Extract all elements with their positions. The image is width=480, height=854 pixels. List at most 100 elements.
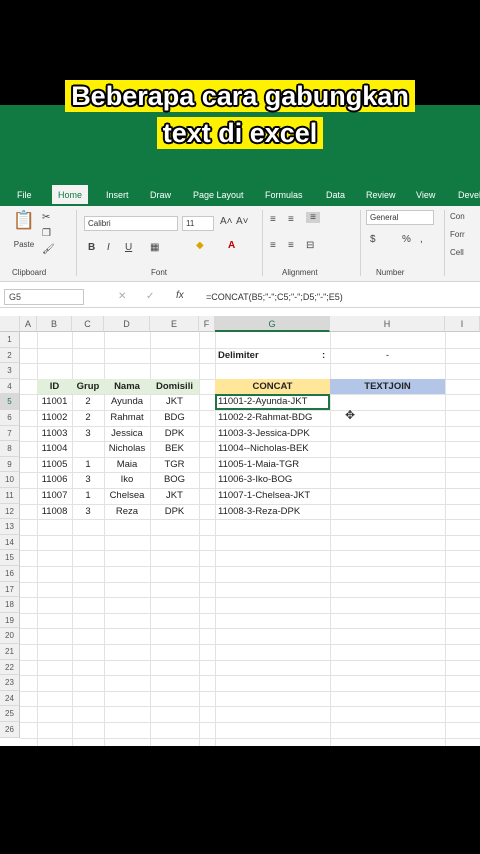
currency-icon[interactable]: $ (370, 234, 376, 245)
cell-nama[interactable]: Reza (104, 504, 150, 520)
align-left-icon[interactable]: ≡ (270, 240, 276, 251)
column-header[interactable]: B (37, 316, 72, 332)
row-header[interactable]: 8 (0, 441, 20, 457)
cell-id[interactable]: 11006 (37, 472, 72, 488)
cell-concat[interactable]: 11007-1-Chelsea-JKT (215, 488, 330, 504)
format-painter-icon[interactable]: 🖌 (42, 244, 55, 255)
tab-draw[interactable]: Draw (150, 185, 171, 206)
cell-grup[interactable]: 3 (72, 472, 104, 488)
cell-grup[interactable]: 1 (72, 488, 104, 504)
tab-review[interactable]: Review (366, 185, 396, 206)
number-format-select[interactable]: General (366, 210, 434, 225)
row-header[interactable]: 26 (0, 722, 20, 738)
row-header[interactable]: 24 (0, 690, 20, 707)
row-header[interactable]: 19 (0, 612, 20, 629)
cell-concat[interactable]: 11008-3-Reza-DPK (215, 504, 330, 520)
cell-id[interactable]: 11005 (37, 457, 72, 473)
column-header[interactable]: D (104, 316, 150, 332)
row-header[interactable]: 14 (0, 534, 20, 551)
cell-id[interactable]: 11002 (37, 410, 72, 426)
cell-nama[interactable]: Chelsea (104, 488, 150, 504)
increase-font-icon[interactable]: A˄ (220, 216, 233, 227)
spreadsheet-grid[interactable]: A B C D E F G H I 1 2 3 4 5 6 7 8 9 10 11 12 13 14 15 16 17 18 19 20… (0, 316, 480, 746)
font-size-select[interactable]: 11 (182, 216, 214, 231)
row-header[interactable]: 9 (0, 456, 20, 473)
paste-icon[interactable]: 📋 (12, 210, 36, 231)
cut-icon[interactable]: ✂ (42, 212, 50, 223)
cell-grup[interactable]: 3 (72, 504, 104, 520)
row-header[interactable]: 12 (0, 503, 20, 520)
cell-concat[interactable]: 11004--Nicholas-BEK (215, 441, 330, 457)
cell-domisili[interactable]: BDG (150, 410, 199, 426)
name-box[interactable]: G5 (4, 289, 84, 305)
bold-button[interactable]: B (88, 242, 95, 253)
cell-domisili[interactable]: BOG (150, 472, 199, 488)
row-header[interactable]: 3 (0, 363, 20, 379)
row-header[interactable]: 15 (0, 550, 20, 566)
underline-button[interactable]: U (125, 242, 132, 253)
cell-id[interactable]: 11001 (37, 394, 72, 410)
row-header[interactable]: 11 (0, 488, 20, 504)
column-header[interactable]: G (215, 316, 330, 332)
tab-file[interactable]: File (17, 185, 32, 206)
cell-concat[interactable]: 11003-3-Jessica-DPK (215, 426, 330, 442)
column-header[interactable]: F (199, 316, 215, 332)
cell-styles-button[interactable]: Cell (450, 248, 464, 257)
conditional-formatting-button[interactable]: Con (450, 212, 465, 221)
row-header[interactable]: 4 (0, 378, 20, 395)
tab-formulas[interactable]: Formulas (265, 185, 303, 206)
cell-grup[interactable]: 3 (72, 426, 104, 442)
row-header[interactable]: 22 (0, 659, 20, 676)
cancel-icon[interactable]: ✕ (118, 291, 126, 302)
cell-nama[interactable]: Rahmat (104, 410, 150, 426)
row-header[interactable]: 5 (0, 394, 20, 410)
cell-id[interactable]: 11008 (37, 504, 72, 520)
row-header[interactable]: 2 (0, 347, 20, 364)
cell-nama[interactable]: Iko (104, 472, 150, 488)
cell-grup[interactable]: 2 (72, 394, 104, 410)
cell-nama[interactable]: Jessica (104, 426, 150, 442)
row-header[interactable]: 16 (0, 566, 20, 582)
cell-grup[interactable]: 2 (72, 410, 104, 426)
wrap-text-icon[interactable]: ≡ (306, 212, 320, 223)
copy-icon[interactable]: ❐ (42, 228, 51, 239)
cell-domisili[interactable]: JKT (150, 394, 199, 410)
cell-id[interactable]: 11003 (37, 426, 72, 442)
column-header[interactable]: H (330, 316, 445, 332)
cell-domisili[interactable]: BEK (150, 441, 199, 457)
select-all-corner[interactable] (0, 316, 20, 332)
font-color-icon[interactable]: A (228, 240, 235, 251)
align-top-icon[interactable]: ≡ (270, 214, 276, 225)
delimiter-value[interactable]: - (330, 348, 445, 364)
cell-id[interactable]: 11004 (37, 441, 72, 457)
tab-developer[interactable]: Devel (458, 185, 480, 206)
align-middle-icon[interactable]: ≡ (288, 214, 294, 225)
cell-domisili[interactable]: TGR (150, 457, 199, 473)
tab-page-layout[interactable]: Page Layout (193, 185, 244, 206)
cell-domisili[interactable]: DPK (150, 426, 199, 442)
row-header[interactable]: 13 (0, 519, 20, 535)
row-header[interactable]: 21 (0, 644, 20, 660)
row-header[interactable]: 20 (0, 628, 20, 644)
cell-id[interactable]: 11007 (37, 488, 72, 504)
tab-data[interactable]: Data (326, 185, 345, 206)
tab-insert[interactable]: Insert (106, 185, 129, 206)
row-header[interactable]: 17 (0, 581, 20, 598)
cell-concat[interactable]: 11005-1-Maia-TGR (215, 457, 330, 473)
borders-icon[interactable]: ▦ (150, 242, 159, 253)
row-header[interactable]: 25 (0, 706, 20, 722)
cell-domisili[interactable]: DPK (150, 504, 199, 520)
cell-nama[interactable]: Ayunda (104, 394, 150, 410)
formula-input[interactable]: =CONCAT(B5;"-";C5;"-";D5;"-";E5) (206, 289, 343, 305)
enter-icon[interactable]: ✓ (146, 291, 154, 302)
row-header[interactable]: 18 (0, 597, 20, 613)
decrease-font-icon[interactable]: A˅ (236, 216, 249, 227)
row-header[interactable]: 7 (0, 425, 20, 442)
merge-center-icon[interactable]: ⊟ (306, 240, 314, 251)
row-header[interactable]: 23 (0, 675, 20, 691)
column-header[interactable]: E (150, 316, 199, 332)
cell-domisili[interactable]: JKT (150, 488, 199, 504)
paste-button[interactable]: Paste (10, 240, 38, 249)
cell-nama[interactable]: Maia (104, 457, 150, 473)
tab-view[interactable]: View (416, 185, 435, 206)
